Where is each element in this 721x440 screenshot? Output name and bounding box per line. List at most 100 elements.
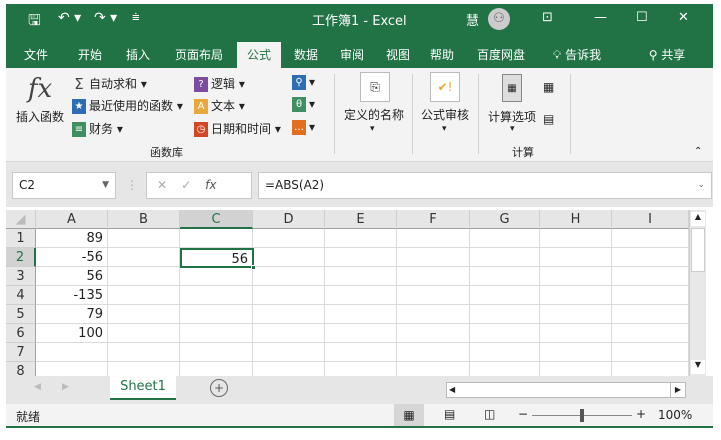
- cell-I6[interactable]: [612, 324, 689, 343]
- cell-C2-selected[interactable]: 56: [180, 248, 254, 268]
- maximize-button[interactable]: ☐: [636, 10, 648, 25]
- cell-D5[interactable]: [253, 305, 325, 324]
- cell-B8[interactable]: [108, 362, 180, 376]
- cell-A6[interactable]: 100: [36, 324, 108, 343]
- vertical-scrollbar[interactable]: ▲ ▼: [689, 210, 706, 376]
- collapse-ribbon-icon[interactable]: ⌃: [694, 146, 702, 157]
- cell-A8[interactable]: [36, 362, 108, 376]
- row-header-4[interactable]: 4: [6, 286, 36, 305]
- tab-page-layout[interactable]: 页面布局: [168, 42, 230, 68]
- row-header-3[interactable]: 3: [6, 267, 36, 286]
- cell-A2[interactable]: -56: [36, 248, 108, 267]
- cell-A1[interactable]: 89: [36, 229, 108, 248]
- enter-icon[interactable]: ✓: [181, 178, 205, 192]
- cell-H2[interactable]: [540, 248, 612, 267]
- cell-B2[interactable]: [108, 248, 180, 267]
- tab-formulas[interactable]: 公式: [237, 42, 281, 68]
- cell-C7[interactable]: [180, 343, 253, 362]
- prev-sheet-icon[interactable]: ◀: [34, 382, 41, 392]
- cell-D4[interactable]: [253, 286, 325, 305]
- column-header-E[interactable]: E: [325, 210, 397, 229]
- cell-D7[interactable]: [253, 343, 325, 362]
- recent-functions-button[interactable]: ★ 最近使用的函数 ▾: [72, 97, 183, 114]
- cell-G2[interactable]: [470, 248, 540, 267]
- row-header-5[interactable]: 5: [6, 305, 36, 324]
- row-header-7[interactable]: 7: [6, 343, 36, 362]
- cell-F8[interactable]: [397, 362, 470, 376]
- page-layout-view-icon[interactable]: ▤: [444, 407, 455, 421]
- spreadsheet-grid[interactable]: ◢ A B C D E F G H I 1 89 2 -56 3 56 4 -135 5 79 6 100 7 8 56: [6, 210, 689, 376]
- fx-icon[interactable]: fx: [205, 178, 216, 192]
- ribbon-display-icon[interactable]: ⊡: [542, 10, 553, 25]
- column-header-H[interactable]: H: [540, 210, 612, 229]
- column-header-A[interactable]: A: [36, 210, 108, 229]
- lookup-button[interactable]: ⚲ ▾: [292, 75, 315, 90]
- tab-insert[interactable]: 插入: [118, 42, 158, 68]
- row-header-1[interactable]: 1: [6, 229, 36, 248]
- cell-F5[interactable]: [397, 305, 470, 324]
- cell-C6[interactable]: [180, 324, 253, 343]
- row-header-2[interactable]: 2: [6, 248, 36, 267]
- close-button[interactable]: ✕: [678, 10, 689, 25]
- horizontal-scrollbar[interactable]: ◀ ▶: [446, 382, 686, 398]
- financial-button[interactable]: ≡ 财务 ▾: [72, 120, 123, 137]
- cell-E3[interactable]: [325, 267, 397, 286]
- zoom-level[interactable]: 100%: [658, 408, 692, 422]
- cell-F1[interactable]: [397, 229, 470, 248]
- insert-function-button[interactable]: 插入函数: [16, 108, 64, 125]
- formula-input[interactable]: =ABS(A2) ⌄: [258, 172, 712, 199]
- scroll-down-icon[interactable]: ▼: [691, 360, 705, 374]
- tab-file[interactable]: 文件: [16, 42, 56, 68]
- column-header-F[interactable]: F: [397, 210, 470, 229]
- cell-F3[interactable]: [397, 267, 470, 286]
- cell-H6[interactable]: [540, 324, 612, 343]
- cell-E1[interactable]: [325, 229, 397, 248]
- cell-I7[interactable]: [612, 343, 689, 362]
- page-break-view-icon[interactable]: ◫: [484, 407, 495, 421]
- cell-I1[interactable]: [612, 229, 689, 248]
- sheet-tab-sheet1[interactable]: Sheet1: [110, 376, 176, 400]
- row-header-6[interactable]: 6: [6, 324, 36, 343]
- cell-D3[interactable]: [253, 267, 325, 286]
- zoom-slider-thumb[interactable]: [580, 409, 584, 422]
- cell-H1[interactable]: [540, 229, 612, 248]
- cell-E6[interactable]: [325, 324, 397, 343]
- cell-I4[interactable]: [612, 286, 689, 305]
- cell-E2[interactable]: [325, 248, 397, 267]
- cell-A3[interactable]: 56: [36, 267, 108, 286]
- cell-C8[interactable]: [180, 362, 253, 376]
- autosum-button[interactable]: Σ 自动求和 ▾: [72, 75, 147, 92]
- calc-sheet-icon[interactable]: ▤: [543, 112, 554, 126]
- avatar[interactable]: ⚇: [488, 8, 510, 30]
- cell-C5[interactable]: [180, 305, 253, 324]
- cell-E7[interactable]: [325, 343, 397, 362]
- fill-handle[interactable]: [251, 265, 256, 270]
- math-button[interactable]: θ ▾: [292, 97, 315, 112]
- logical-button[interactable]: ? 逻辑 ▾: [194, 75, 245, 92]
- formula-auditing-button[interactable]: 公式审核: [421, 106, 469, 123]
- cell-B6[interactable]: [108, 324, 180, 343]
- undo-icon[interactable]: ↶ ▾: [58, 10, 81, 26]
- cell-C4[interactable]: [180, 286, 253, 305]
- row-header-8[interactable]: 8: [6, 362, 36, 376]
- cell-E4[interactable]: [325, 286, 397, 305]
- column-header-I[interactable]: I: [612, 210, 689, 229]
- cell-D8[interactable]: [253, 362, 325, 376]
- cell-D6[interactable]: [253, 324, 325, 343]
- save-icon[interactable]: 🖫: [28, 10, 41, 35]
- column-header-D[interactable]: D: [253, 210, 325, 229]
- tab-help[interactable]: 帮助: [422, 42, 462, 68]
- cell-A7[interactable]: [36, 343, 108, 362]
- cell-G5[interactable]: [470, 305, 540, 324]
- cell-F4[interactable]: [397, 286, 470, 305]
- cell-D1[interactable]: [253, 229, 325, 248]
- cell-I5[interactable]: [612, 305, 689, 324]
- next-sheet-icon[interactable]: ▶: [62, 382, 69, 392]
- cell-F2[interactable]: [397, 248, 470, 267]
- cell-C3[interactable]: [180, 267, 253, 286]
- expand-icon[interactable]: ⌄: [697, 173, 705, 198]
- tab-home[interactable]: 开始: [70, 42, 110, 68]
- cell-H7[interactable]: [540, 343, 612, 362]
- cell-G7[interactable]: [470, 343, 540, 362]
- column-header-C[interactable]: C: [180, 210, 253, 229]
